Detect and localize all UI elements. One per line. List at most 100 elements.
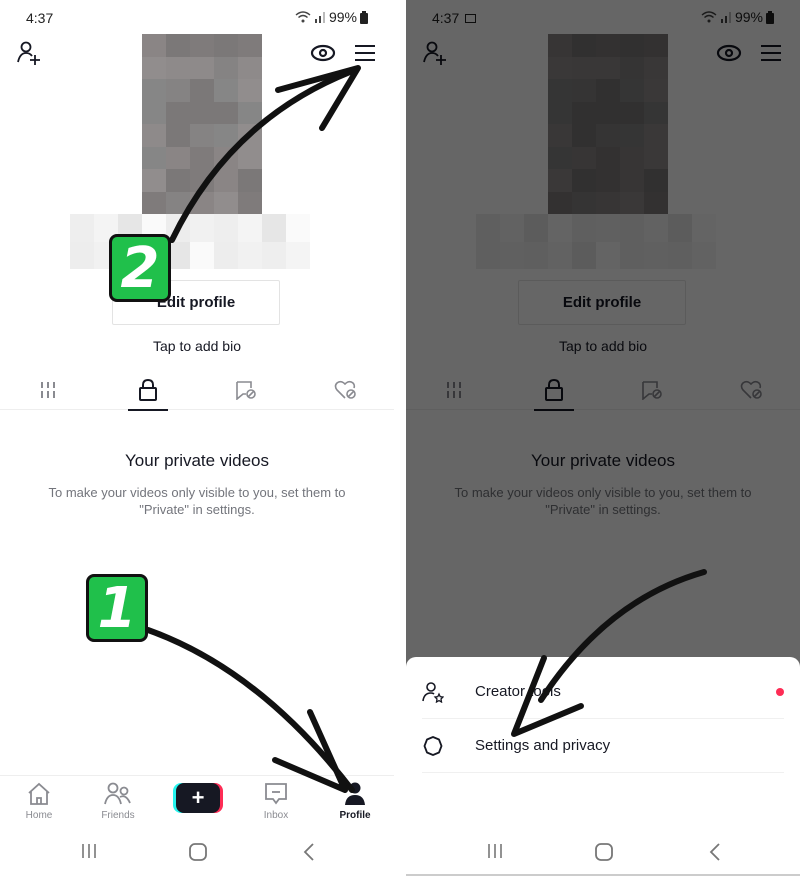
tab-reposts[interactable] [216, 370, 276, 410]
pixel-block [166, 34, 190, 57]
add-friend-button[interactable] [16, 40, 42, 71]
pixel-block [214, 146, 238, 169]
liked-hidden-icon [334, 380, 356, 399]
pixel-block [70, 214, 94, 242]
pixel-block [238, 79, 262, 102]
creator-tools-icon [422, 681, 448, 703]
pixel-block [166, 79, 190, 102]
pixel-block [142, 191, 166, 214]
pixel-block [286, 241, 310, 269]
menu-item-label: Settings and privacy [475, 737, 611, 754]
nav-home-label: Home [25, 810, 53, 821]
empty-state-description: To make your videos only visible to you,… [48, 485, 346, 517]
settings-icon [422, 735, 448, 757]
pixel-block [214, 241, 238, 269]
friends-icon [104, 782, 131, 805]
system-back-button[interactable] [708, 842, 722, 867]
pixel-block [190, 146, 214, 169]
menu-item-creator-tools[interactable]: Creator tools [422, 665, 784, 719]
avatar-pixelated[interactable] [142, 34, 262, 214]
nav-profile-label: Profile [339, 810, 371, 821]
pixel-block [166, 191, 190, 214]
nav-home[interactable]: Home [9, 782, 69, 821]
battery-icon [360, 10, 368, 24]
pixel-block [70, 241, 94, 269]
profile-screen-step2: 4:37 99% Edit profile Tap to add bio [406, 0, 800, 876]
pixel-block [214, 124, 238, 147]
recent-apps-button[interactable] [486, 842, 504, 865]
profile-screen-step1: 4:37 99% Edit profile Tap to add bio You… [0, 0, 394, 876]
profile-icon [345, 782, 365, 805]
lock-icon [139, 379, 157, 401]
pixel-block [238, 56, 262, 79]
panel-divider [394, 0, 406, 876]
pixel-block [142, 79, 166, 102]
menu-item-settings-and-privacy[interactable]: Settings and privacy [422, 719, 784, 773]
pixel-block [142, 34, 166, 57]
system-back-button[interactable] [302, 842, 316, 867]
pixel-block [142, 101, 166, 124]
tab-private[interactable] [118, 370, 178, 411]
nav-inbox-label: Inbox [263, 810, 289, 821]
pixel-block [238, 191, 262, 214]
pixel-block [190, 79, 214, 102]
menu-button[interactable] [354, 44, 376, 67]
status-time: 4:37 [26, 10, 54, 26]
bottom-nav: Home Friends + Inbox Profile [0, 775, 394, 825]
pixel-block [166, 169, 190, 192]
hamburger-menu-icon [355, 45, 375, 61]
pixel-block [190, 34, 214, 57]
username-pixelated [70, 214, 310, 269]
pixel-block [238, 124, 262, 147]
status-right: 99% [295, 9, 368, 25]
system-home-button[interactable] [594, 842, 614, 867]
pixel-block [214, 34, 238, 57]
recent-apps-button[interactable] [80, 842, 98, 865]
nav-friends[interactable]: Friends [88, 782, 148, 821]
pixel-block [142, 56, 166, 79]
nav-inbox[interactable]: Inbox [246, 782, 306, 821]
pixel-block [214, 56, 238, 79]
system-home-button[interactable] [188, 842, 208, 867]
pixel-block [142, 169, 166, 192]
eye-icon [310, 44, 336, 62]
pixel-block [214, 79, 238, 102]
step-2-marker: 2 [109, 234, 171, 302]
wifi-icon [295, 11, 311, 23]
back-icon [709, 843, 720, 861]
signal-icon [314, 12, 325, 23]
system-home-icon [595, 843, 613, 861]
create-button[interactable]: + [176, 783, 220, 813]
back-icon [303, 843, 314, 861]
empty-state-title: Your private videos [125, 451, 269, 470]
step-1-marker: 1 [86, 574, 148, 642]
add-user-icon [17, 41, 40, 65]
add-bio-link[interactable]: Tap to add bio [0, 338, 394, 354]
pixel-block [286, 214, 310, 242]
pixel-block [214, 169, 238, 192]
profile-views-button[interactable] [310, 44, 336, 67]
pixel-block [214, 191, 238, 214]
tab-videos[interactable] [18, 370, 78, 410]
system-home-icon [189, 843, 207, 861]
pixel-block [166, 56, 190, 79]
pixel-block [142, 124, 166, 147]
pixel-block [166, 146, 190, 169]
pixel-block [142, 146, 166, 169]
inbox-icon [265, 783, 287, 805]
pixel-block [262, 214, 286, 242]
pixel-block [262, 241, 286, 269]
nav-friends-label: Friends [101, 810, 135, 821]
system-nav-bar [406, 830, 800, 876]
pixel-block [190, 191, 214, 214]
recent-apps-icon [82, 844, 96, 858]
pixel-block [238, 34, 262, 57]
home-icon [28, 782, 50, 805]
pixel-block [214, 214, 238, 242]
tab-liked[interactable] [316, 370, 376, 410]
nav-profile[interactable]: Profile [325, 782, 385, 821]
menu-item-label: Creator tools [475, 683, 561, 700]
menu-bottom-sheet: Creator tools Settings and privacy [406, 657, 800, 876]
pixel-block [190, 56, 214, 79]
pixel-block [190, 241, 214, 269]
